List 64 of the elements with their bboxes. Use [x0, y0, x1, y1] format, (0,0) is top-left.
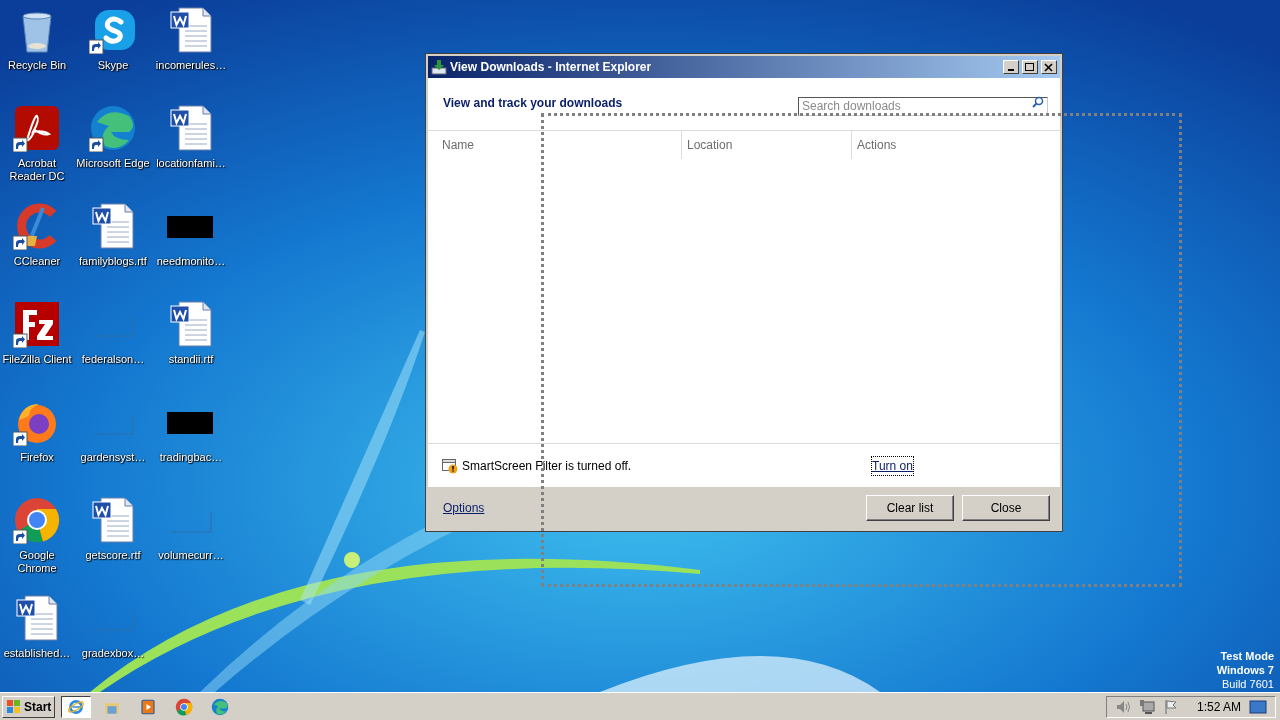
desktop-icon-label: needmonito… [155, 255, 227, 268]
desktop-icon-label: getscore.rtf [84, 549, 142, 562]
desktop-icon-label: Skype [96, 59, 130, 72]
column-header[interactable]: Location [687, 136, 733, 154]
system-info-text: Build 7601 [1222, 677, 1274, 691]
desktop-icon-label: Firefox [19, 451, 55, 464]
taskbar-app-button[interactable] [61, 695, 92, 718]
desktop-icon-label: standii.rtf [167, 353, 215, 366]
desktop-icon-label: CCleaner [12, 255, 62, 268]
desktop-icon-label: gradexbox… [80, 647, 146, 660]
shield-warning-icon [442, 457, 458, 474]
system-info-text: Windows 7 [1216, 663, 1274, 677]
desktop-icon[interactable] [89, 104, 137, 152]
desktop-icon-label: locationfami… [155, 157, 227, 170]
maximize-button[interactable] [1022, 60, 1038, 74]
system-info-text: Test Mode [1220, 649, 1274, 663]
desktop-icon[interactable] [13, 594, 61, 642]
column-header[interactable]: Actions [857, 136, 897, 154]
desktop-icon-label: federalson… [80, 353, 146, 366]
download-icon [431, 59, 447, 75]
maximize-icon [1025, 62, 1035, 72]
desktop-icon[interactable] [89, 202, 137, 250]
windows-logo-icon [6, 698, 22, 715]
minimize-icon [1008, 68, 1014, 71]
flag-icon[interactable] [1162, 698, 1179, 715]
window-title: View Downloads - Internet Explorer [450, 59, 653, 76]
show-desktop-icon[interactable] [1249, 698, 1267, 715]
desktop-icon-label: incomerules… [154, 59, 228, 72]
browser-icon [67, 697, 86, 716]
dialog-heading: View and track your downloads [443, 96, 623, 110]
search-icon[interactable] [1032, 96, 1044, 108]
desktop-icon[interactable] [13, 104, 61, 152]
desktop-icon[interactable] [13, 300, 61, 348]
desktop-icon-label: volumecurr… [157, 549, 225, 562]
browser-icon [211, 697, 230, 716]
column-header[interactable]: Name [442, 136, 474, 154]
network-icon[interactable] [1138, 698, 1155, 715]
desktop-icon-label: familyblogs.rtf [78, 255, 148, 268]
minimize-button[interactable] [1003, 60, 1019, 74]
desktop-icon[interactable] [167, 104, 215, 152]
dialog-button[interactable]: Close [962, 495, 1050, 521]
turn-on-link[interactable]: Turn on [872, 456, 913, 475]
smartscreen-message: SmartScreen Filter is turned off. [462, 457, 633, 475]
desktop-icon-label: Recycle Bin [6, 59, 68, 72]
browser-icon [175, 697, 194, 716]
desktop-icon[interactable] [13, 496, 61, 544]
close-button[interactable] [1041, 60, 1057, 74]
desktop-icon-label: Google Chrome [16, 549, 58, 575]
options-link[interactable]: Options [443, 499, 858, 517]
clock[interactable]: 1:52 AM [1196, 697, 1241, 716]
desktop-icon[interactable] [167, 300, 215, 348]
close-icon [1044, 62, 1054, 72]
desktop-icon-label: gardensyst… [79, 451, 147, 464]
search-field[interactable]: Search downloads [798, 96, 1048, 116]
desktop-icon[interactable] [89, 496, 137, 544]
desktop-icon-label: FileZilla Client [1, 353, 73, 366]
desktop-icon-label: Microsoft Edge [75, 157, 151, 170]
desktop-icon-label: Acrobat Reader DC [8, 157, 66, 183]
desktop-icon-label: tradingbac… [158, 451, 224, 464]
desktop-icon[interactable] [167, 6, 215, 54]
dialog-button[interactable]: Clear list [866, 495, 954, 521]
start-button[interactable]: Start [2, 695, 56, 718]
desktop-icon-label: established… [2, 647, 72, 660]
media-player-icon [139, 697, 158, 716]
